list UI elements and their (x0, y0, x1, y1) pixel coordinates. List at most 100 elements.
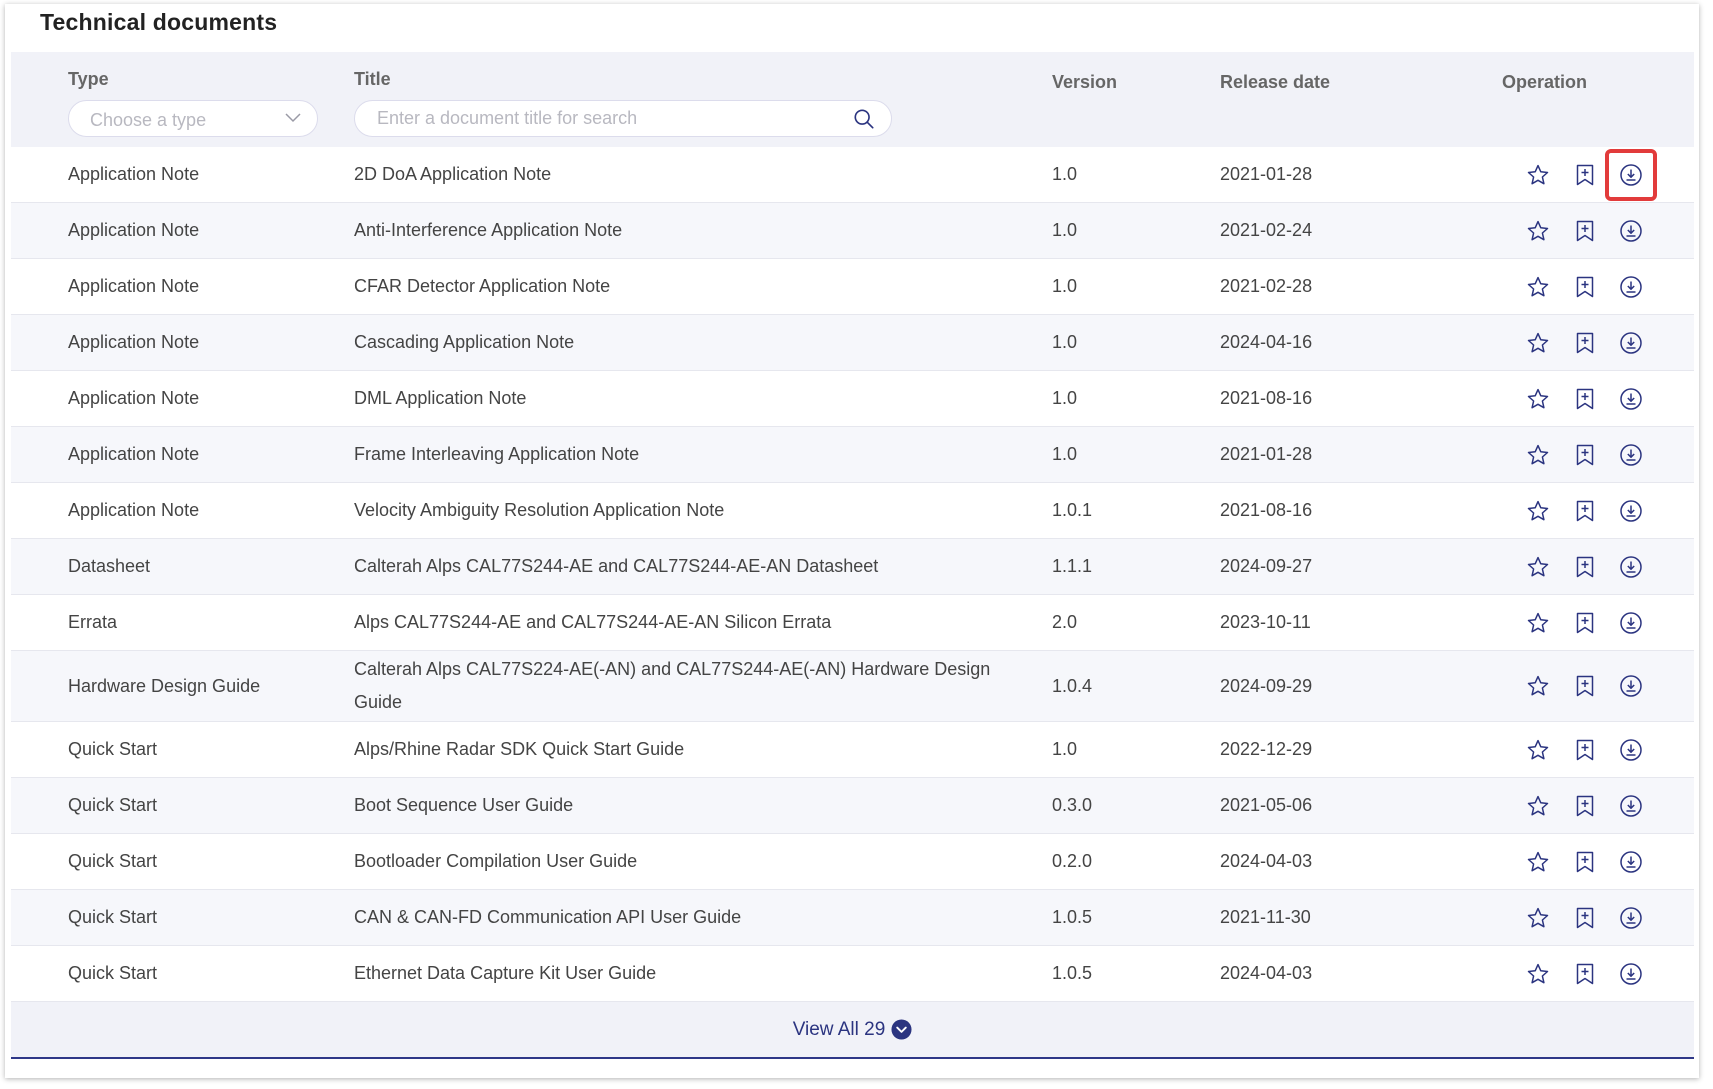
view-all-label: View All 29 (792, 1018, 886, 1040)
view-all-button[interactable]: View All 29 (793, 1019, 913, 1041)
table-row: Quick Start Bootloader Compilation User G… (11, 834, 1694, 890)
column-header-version: Version (1052, 72, 1118, 92)
cell-type: Hardware Design Guide (68, 675, 261, 696)
download-button[interactable] (1616, 216, 1646, 246)
cell-release-date: 2021-02-24 (1220, 220, 1313, 240)
bookmark-button[interactable] (1570, 735, 1600, 765)
cell-operations (1523, 834, 1683, 889)
download-button[interactable] (1616, 671, 1646, 701)
bookmark-button[interactable] (1570, 552, 1600, 582)
chevron-down-icon (285, 113, 301, 123)
cell-version: 1.1.1 (1052, 556, 1093, 576)
star-icon (1527, 556, 1549, 576)
cell-type: Quick Start (68, 795, 158, 815)
cell-release-date: 2024-09-29 (1220, 675, 1313, 696)
favorite-button[interactable] (1523, 671, 1553, 701)
star-icon (1527, 444, 1549, 464)
cell-operations (1523, 203, 1683, 258)
cell-title: Frame Interleaving Application Note (354, 444, 640, 464)
bookmark-button[interactable] (1570, 328, 1600, 358)
star-icon (1527, 388, 1549, 408)
cell-operations (1523, 651, 1683, 721)
cell-release-date: 2023-10-11 (1220, 612, 1311, 632)
bookmark-button[interactable] (1570, 216, 1600, 246)
favorite-button[interactable] (1523, 216, 1553, 246)
favorite-button[interactable] (1523, 903, 1553, 933)
download-button[interactable] (1616, 608, 1646, 638)
bookmark-add-icon (1576, 675, 1594, 697)
table-row: Application Note Cascading Application No… (11, 315, 1694, 371)
favorite-button[interactable] (1523, 847, 1553, 877)
cell-type: Application Note (68, 332, 200, 352)
cell-title: Alps CAL77S244-AE and CAL77S244-AE-AN Si… (354, 612, 832, 632)
bookmark-button[interactable] (1570, 160, 1600, 190)
bookmark-button[interactable] (1570, 384, 1600, 414)
favorite-button[interactable] (1523, 959, 1553, 989)
download-button[interactable] (1616, 735, 1646, 765)
download-button[interactable] (1616, 440, 1646, 470)
bookmark-button[interactable] (1570, 608, 1600, 638)
favorite-button[interactable] (1523, 552, 1553, 582)
column-header-release-date: Release date (1220, 72, 1331, 92)
cell-operations (1523, 315, 1683, 370)
type-filter-select[interactable]: Choose a type (68, 100, 318, 137)
section-title: Technical documents (40, 9, 278, 35)
download-button[interactable] (1616, 959, 1646, 989)
star-icon (1527, 220, 1549, 240)
cell-release-date: 2024-04-03 (1220, 851, 1313, 871)
favorite-button[interactable] (1523, 791, 1553, 821)
download-icon (1620, 611, 1642, 634)
download-icon (1620, 906, 1642, 929)
cell-type: Application Note (68, 164, 200, 184)
favorite-button[interactable] (1523, 328, 1553, 358)
cell-type: Application Note (68, 220, 200, 240)
favorite-button[interactable] (1523, 608, 1553, 638)
download-button[interactable] (1616, 272, 1646, 302)
bookmark-button[interactable] (1570, 272, 1600, 302)
cell-release-date: 2021-08-16 (1220, 500, 1313, 520)
title-search-input[interactable] (356, 102, 826, 135)
bookmark-add-icon (1576, 739, 1594, 760)
download-button[interactable] (1616, 791, 1646, 821)
download-icon (1620, 387, 1642, 410)
favorite-button[interactable] (1523, 440, 1553, 470)
bookmark-button[interactable] (1570, 903, 1600, 933)
download-button[interactable] (1616, 328, 1646, 358)
download-icon (1620, 275, 1642, 298)
cell-release-date: 2021-08-16 (1220, 388, 1313, 408)
cell-type: Application Note (68, 500, 200, 520)
cell-version: 1.0.5 (1052, 907, 1093, 927)
bookmark-button[interactable] (1570, 496, 1600, 526)
download-icon (1620, 794, 1642, 817)
download-button[interactable] (1616, 496, 1646, 526)
table-row: Application Note Anti-Interference Applic… (11, 203, 1694, 259)
cell-title: Calterah Alps CAL77S224-AE(-AN) and CAL7… (354, 659, 991, 712)
download-button[interactable] (1616, 552, 1646, 582)
bookmark-button[interactable] (1570, 847, 1600, 877)
download-button[interactable] (1616, 384, 1646, 414)
favorite-button[interactable] (1523, 735, 1553, 765)
star-icon (1527, 963, 1549, 983)
bookmark-button[interactable] (1570, 671, 1600, 701)
bookmark-add-icon (1576, 963, 1594, 984)
star-icon (1527, 276, 1549, 296)
table-row: Errata Alps CAL77S244-AE and CAL77S244-AE… (11, 595, 1694, 651)
download-button[interactable] (1616, 847, 1646, 877)
star-icon (1527, 739, 1549, 759)
favorite-button[interactable] (1523, 272, 1553, 302)
table-header: Type Choose a type Title Version Release… (11, 52, 1694, 147)
download-icon (1620, 962, 1642, 985)
bookmark-button[interactable] (1570, 959, 1600, 989)
cell-release-date: 2024-04-03 (1220, 963, 1313, 983)
bookmark-button[interactable] (1570, 791, 1600, 821)
favorite-button[interactable] (1523, 496, 1553, 526)
search-icon[interactable] (853, 108, 875, 130)
cell-release-date: 2024-09-27 (1220, 556, 1313, 576)
favorite-button[interactable] (1523, 160, 1553, 190)
cell-release-date: 2021-01-28 (1220, 164, 1313, 184)
download-button[interactable] (1616, 903, 1646, 933)
download-button[interactable] (1605, 148, 1657, 201)
bookmark-button[interactable] (1570, 440, 1600, 470)
favorite-button[interactable] (1523, 384, 1553, 414)
cell-version: 0.3.0 (1052, 795, 1093, 815)
